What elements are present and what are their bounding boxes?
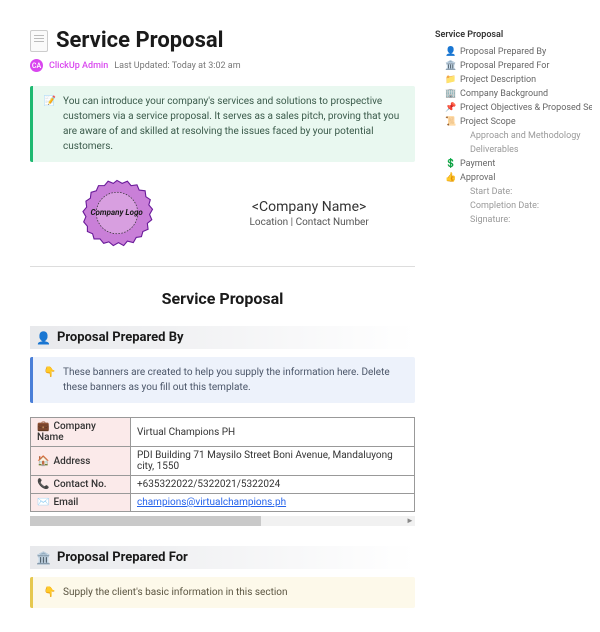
toc-item[interactable]: Approach and Methodology (435, 129, 592, 143)
last-updated-label: Last Updated: Today at 3:02 am (114, 61, 240, 71)
toc-item-icon: 👤 (445, 47, 456, 57)
toc-item-label: Approach and Methodology (470, 131, 581, 141)
toc-item[interactable]: 👍 Approval (435, 171, 592, 185)
toc-title[interactable]: Service Proposal (435, 30, 592, 40)
toc-item-label: Signature: (470, 215, 510, 225)
toc-item-icon: 🏢 (445, 89, 456, 99)
toc-item[interactable]: 👤 Proposal Prepared By (435, 45, 592, 59)
company-header-row: Company Logo <Company Name> Location | C… (30, 176, 415, 250)
section-head-prepared-by: 👤 Proposal Prepared By (30, 326, 415, 349)
toc-item[interactable]: Start Date: (435, 185, 592, 199)
toc-item-label: Company Background (460, 89, 548, 99)
toc-item-label: Start Date: (470, 187, 512, 197)
row-icon: 🏠 (37, 456, 49, 467)
toc-item[interactable]: Completion Date: (435, 199, 592, 213)
toc-item[interactable]: 📁 Project Description (435, 73, 592, 87)
person-icon: 👤 (36, 331, 51, 345)
section-title-prepared-by: Proposal Prepared By (57, 330, 184, 345)
scroll-right-arrow[interactable]: ► (405, 516, 415, 526)
logo-text: Company Logo (90, 209, 142, 218)
intro-banner-text: You can introduce your company's service… (63, 94, 405, 154)
toc-item-icon: 👍 (445, 173, 456, 183)
company-info-table: 💼Company NameVirtual Champions PH🏠Addres… (30, 417, 415, 512)
table-row: 📞Contact No.+635322022/5322021/5322024 (31, 476, 415, 494)
company-name-placeholder[interactable]: <Company Name> (203, 199, 415, 215)
company-logo-badge: Company Logo (80, 176, 154, 250)
toc-item-icon: 📁 (445, 75, 456, 85)
toc-item-label: Deliverables (470, 145, 519, 155)
toc-item[interactable]: 🏢 Company Background (435, 87, 592, 101)
toc-item-label: Project Description (460, 75, 536, 85)
toc-item-label: Proposal Prepared For (460, 61, 549, 71)
point-down-icon: 👇 (43, 585, 57, 600)
email-link[interactable]: champions@virtualchampions.ph (137, 497, 286, 508)
prepared-for-help-banner: 👇 Supply the client's basic information … (30, 577, 415, 608)
table-value-cell[interactable]: +635322022/5322021/5322024 (131, 476, 415, 494)
row-icon: ✉️ (37, 497, 49, 508)
row-icon: 💼 (37, 421, 49, 432)
table-value-cell[interactable]: Virtual Champions PH (131, 418, 415, 447)
company-info-col: <Company Name> Location | Contact Number (203, 199, 415, 228)
horizontal-scrollbar[interactable]: ◄ ► (30, 516, 415, 526)
divider (30, 266, 415, 267)
table-label-cell: ✉️Email (31, 494, 131, 512)
toc-item-icon: 📌 (445, 103, 456, 113)
toc-item-label: Completion Date: (470, 201, 539, 211)
table-label-cell: 📞Contact No. (31, 476, 131, 494)
toc-item-label: Project Objectives & Proposed Ser... (460, 103, 592, 113)
building-icon: 🏛️ (36, 551, 51, 565)
table-value-cell[interactable]: PDI Building 71 Maysilo Street Boni Aven… (131, 447, 415, 476)
prepared-for-help-text: Supply the client's basic information in… (63, 585, 288, 600)
toc-item[interactable]: 🏛️ Proposal Prepared For (435, 59, 592, 73)
row-icon: 📞 (37, 479, 49, 490)
meta-row: CA ClickUp Admin Last Updated: Today at … (30, 59, 415, 72)
note-icon: 📝 (43, 94, 57, 154)
toc-item-icon: 🏛️ (445, 61, 456, 71)
section-title-prepared-for: Proposal Prepared For (57, 550, 188, 565)
toc-item[interactable]: Signature: (435, 213, 592, 227)
toc-list: 👤 Proposal Prepared By 🏛️ Proposal Prepared… (435, 45, 592, 227)
table-row: ✉️Email champions@virtualchampions.ph (31, 494, 415, 512)
toc-item-label: Proposal Prepared By (460, 47, 546, 57)
point-down-icon: 👇 (43, 365, 57, 395)
section-head-prepared-for: 🏛️ Proposal Prepared For (30, 546, 415, 569)
author-avatar[interactable]: CA (30, 59, 43, 72)
table-row: 💼Company NameVirtual Champions PH (31, 418, 415, 447)
table-row: 🏠AddressPDI Building 71 Maysilo Street B… (31, 447, 415, 476)
toc-item[interactable]: 📜 Project Scope (435, 115, 592, 129)
toc-item-label: Project Scope (460, 117, 516, 127)
toc-item-label: Approval (460, 173, 495, 183)
toc-item[interactable]: 📌 Project Objectives & Proposed Ser... (435, 101, 592, 115)
scroll-thumb[interactable] (30, 516, 261, 526)
toc-item-icon: 💲 (445, 159, 456, 169)
toc-item-label: Payment (460, 159, 495, 169)
table-label-cell: 🏠Address (31, 447, 131, 476)
main-content: Service Proposal CA ClickUp Admin Last U… (0, 0, 425, 632)
company-location-placeholder[interactable]: Location | Contact Number (203, 217, 415, 228)
intro-banner: 📝 You can introduce your company's servi… (30, 86, 415, 162)
table-value-cell[interactable]: champions@virtualchampions.ph (131, 494, 415, 512)
toc-sidebar: Service Proposal 👤 Proposal Prepared By 🏛️… (435, 0, 600, 227)
proposal-heading: Service Proposal (30, 289, 415, 308)
author-name[interactable]: ClickUp Admin (49, 61, 108, 71)
toc-item[interactable]: Deliverables (435, 143, 592, 157)
title-row: Service Proposal (30, 28, 415, 53)
toc-item[interactable]: 💲 Payment (435, 157, 592, 171)
document-icon (30, 30, 48, 52)
prepared-by-help-text: These banners are created to help you su… (63, 365, 405, 395)
page-title: Service Proposal (56, 28, 223, 53)
table-label-cell: 💼Company Name (31, 418, 131, 447)
logo-wrap: Company Logo (30, 176, 203, 250)
toc-item-icon: 📜 (445, 117, 456, 127)
prepared-by-help-banner: 👇 These banners are created to help you … (30, 357, 415, 403)
